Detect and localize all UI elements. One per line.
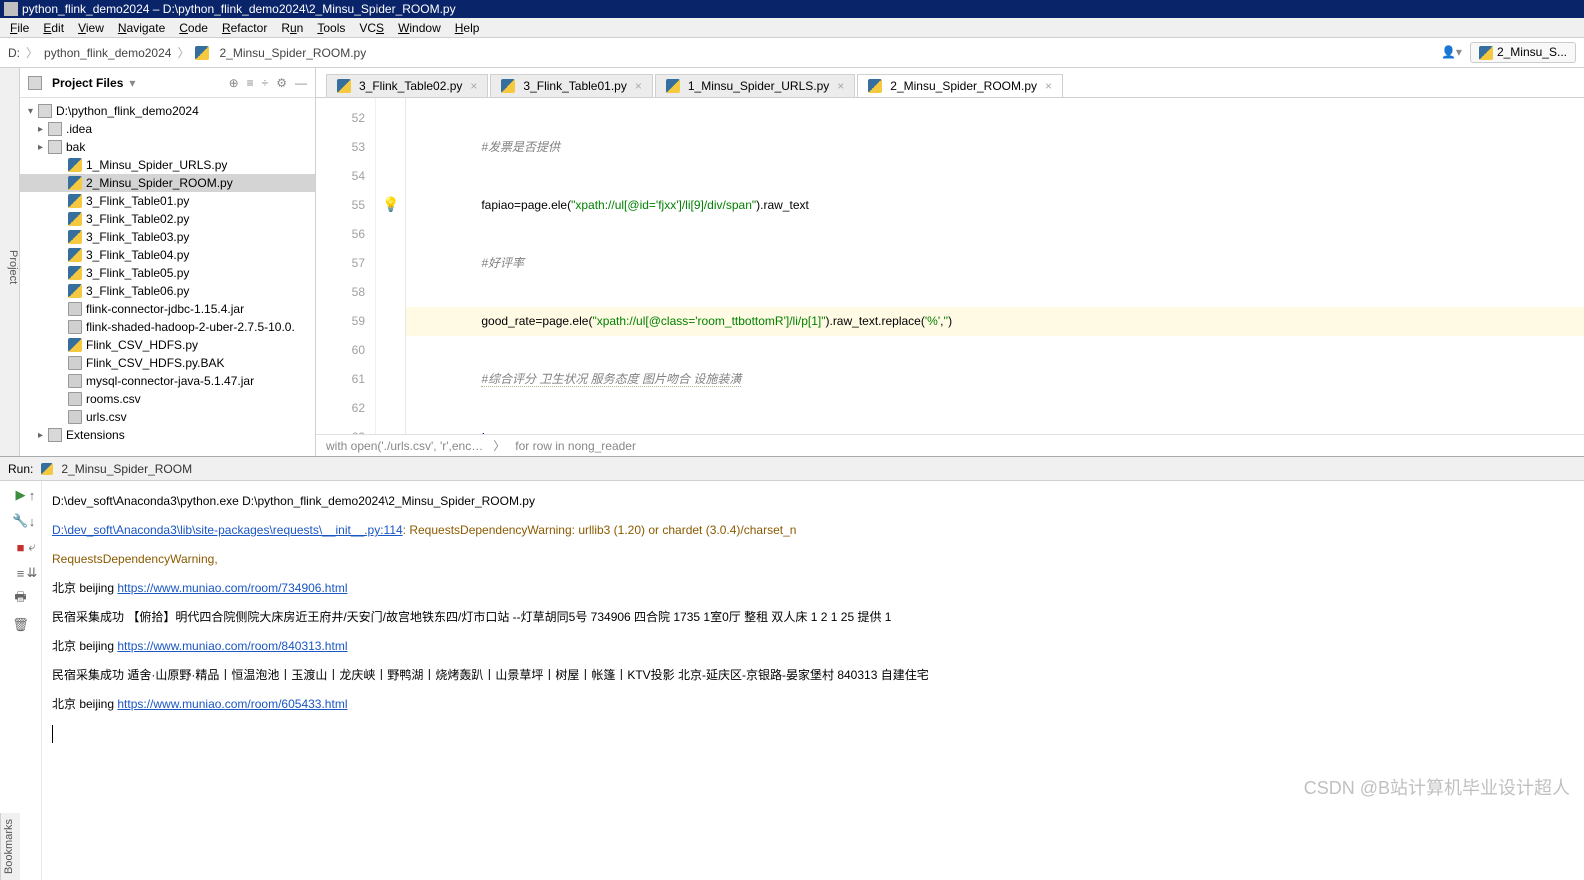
- editor-tab[interactable]: 2_Minsu_Spider_ROOM.py×: [857, 74, 1063, 97]
- delete-icon[interactable]: 🗑: [13, 617, 29, 633]
- editor-tab[interactable]: 1_Minsu_Spider_URLS.py×: [655, 74, 855, 97]
- editor-tab[interactable]: 3_Flink_Table01.py×: [490, 74, 652, 97]
- wrap-icon[interactable]: ⤶: [24, 539, 40, 555]
- run-config-selector[interactable]: 2_Minsu_S...: [1470, 42, 1576, 63]
- console-link[interactable]: D:\dev_soft\Anaconda3\lib\site-packages\…: [52, 523, 403, 537]
- down-icon[interactable]: ↓: [24, 513, 40, 529]
- tree-extensions[interactable]: ▸Extensions: [20, 426, 315, 444]
- tree-item[interactable]: 3_Flink_Table02.py: [20, 210, 315, 228]
- caret: [52, 725, 53, 743]
- console-output[interactable]: D:\dev_soft\Anaconda3\python.exe D:\pyth…: [42, 481, 1584, 880]
- sidebar-project-tab[interactable]: Project: [0, 68, 20, 456]
- menu-run[interactable]: Run: [275, 19, 309, 37]
- menu-file[interactable]: File: [4, 19, 35, 37]
- tree-item[interactable]: 3_Flink_Table05.py: [20, 264, 315, 282]
- expand-icon[interactable]: ≡: [247, 76, 254, 90]
- window-title: python_flink_demo2024 – D:\python_flink_…: [22, 2, 456, 16]
- python-icon: [195, 46, 209, 60]
- console-link[interactable]: https://www.muniao.com/room/605433.html: [117, 697, 347, 711]
- tree-item[interactable]: Flink_CSV_HDFS.py.BAK: [20, 354, 315, 372]
- menu-refactor[interactable]: Refactor: [216, 19, 273, 37]
- project-header-title[interactable]: Project Files: [52, 76, 123, 90]
- project-tree[interactable]: ▾D:\python_flink_demo2024 ▸.idea▸bak1_Mi…: [20, 98, 315, 456]
- run-label: Run:: [8, 462, 33, 476]
- menu-navigate[interactable]: Navigate: [112, 19, 171, 37]
- settings-icon[interactable]: ⚙: [276, 76, 287, 90]
- tree-item[interactable]: 3_Flink_Table06.py: [20, 282, 315, 300]
- gutter-icons: 💡: [376, 98, 406, 434]
- menu-view[interactable]: View: [72, 19, 110, 37]
- editor-tab[interactable]: 3_Flink_Table02.py×: [326, 74, 488, 97]
- close-tab-icon[interactable]: ×: [837, 79, 844, 93]
- tree-item[interactable]: 1_Minsu_Spider_URLS.py: [20, 156, 315, 174]
- tree-item[interactable]: flink-shaded-hadoop-2-uber-2.7.5-10.0.: [20, 318, 315, 336]
- navbar: D: 〉 python_flink_demo2024 〉 2_Minsu_Spi…: [0, 38, 1584, 68]
- intention-bulb-icon[interactable]: 💡: [382, 196, 399, 213]
- nav-root[interactable]: D:: [8, 46, 20, 60]
- tree-item[interactable]: ▸bak: [20, 138, 315, 156]
- close-tab-icon[interactable]: ×: [1045, 79, 1052, 93]
- menu-help[interactable]: Help: [449, 19, 486, 37]
- tree-item[interactable]: urls.csv: [20, 408, 315, 426]
- close-tab-icon[interactable]: ×: [635, 79, 642, 93]
- tree-root[interactable]: ▾D:\python_flink_demo2024: [20, 102, 315, 120]
- collapse-icon[interactable]: ÷: [262, 76, 269, 90]
- menubar[interactable]: File Edit View Navigate Code Refactor Ru…: [0, 18, 1584, 38]
- menu-window[interactable]: Window: [392, 19, 447, 37]
- console-link[interactable]: https://www.muniao.com/room/734906.html: [117, 581, 347, 595]
- gutter: 525354555657585960616263: [316, 98, 376, 434]
- run-file[interactable]: 2_Minsu_Spider_ROOM: [61, 462, 192, 476]
- titlebar: python_flink_demo2024 – D:\python_flink_…: [0, 0, 1584, 18]
- close-tab-icon[interactable]: ×: [470, 79, 477, 93]
- sidebar-bookmarks-tab[interactable]: Bookmarks: [0, 813, 20, 880]
- tree-item[interactable]: 3_Flink_Table01.py: [20, 192, 315, 210]
- scroll-icon[interactable]: ⇊: [24, 565, 40, 581]
- nav-project[interactable]: python_flink_demo2024: [44, 46, 171, 60]
- tree-item[interactable]: Flink_CSV_HDFS.py: [20, 336, 315, 354]
- menu-tools[interactable]: Tools: [311, 19, 351, 37]
- tree-item[interactable]: 2_Minsu_Spider_ROOM.py: [20, 174, 315, 192]
- app-icon: [4, 2, 18, 16]
- nav-file[interactable]: 2_Minsu_Spider_ROOM.py: [219, 46, 366, 60]
- menu-code[interactable]: Code: [173, 19, 214, 37]
- tree-item[interactable]: 3_Flink_Table04.py: [20, 246, 315, 264]
- hide-icon[interactable]: —: [295, 76, 307, 90]
- locate-icon[interactable]: ⊕: [229, 76, 239, 90]
- menu-edit[interactable]: Edit: [37, 19, 70, 37]
- user-icon[interactable]: 👤▾: [1441, 45, 1462, 59]
- project-panel: Project Files ▾ ⊕ ≡ ÷ ⚙ — ▾D:\python_fli…: [20, 68, 316, 456]
- tree-item[interactable]: rooms.csv: [20, 390, 315, 408]
- up-icon[interactable]: ↑: [24, 487, 40, 503]
- menu-vcs[interactable]: VCS: [353, 19, 390, 37]
- tree-item[interactable]: mysql-connector-java-5.1.47.jar: [20, 372, 315, 390]
- python-icon: [41, 463, 53, 475]
- run-panel: Run: 2_Minsu_Spider_ROOM ▶ 🔧 ■ ≡ 🖶 🗑 ↑ ↓…: [0, 456, 1584, 880]
- print-icon[interactable]: 🖶: [13, 591, 29, 607]
- console-link[interactable]: https://www.muniao.com/room/840313.html: [117, 639, 347, 653]
- code-breadcrumb[interactable]: with open('./urls.csv', 'r',enc…〉for row…: [316, 434, 1584, 456]
- editor-tabs: 3_Flink_Table02.py×3_Flink_Table01.py×1_…: [316, 68, 1584, 98]
- tree-item[interactable]: flink-connector-jdbc-1.15.4.jar: [20, 300, 315, 318]
- tree-item[interactable]: ▸.idea: [20, 120, 315, 138]
- watermark: CSDN @B站计算机毕业设计超人: [1304, 774, 1570, 800]
- code-editor[interactable]: #发票是否提供 fapiao=page.ele("xpath://ul[@id=…: [406, 98, 1584, 434]
- tree-item[interactable]: 3_Flink_Table03.py: [20, 228, 315, 246]
- folder-icon: [28, 76, 42, 90]
